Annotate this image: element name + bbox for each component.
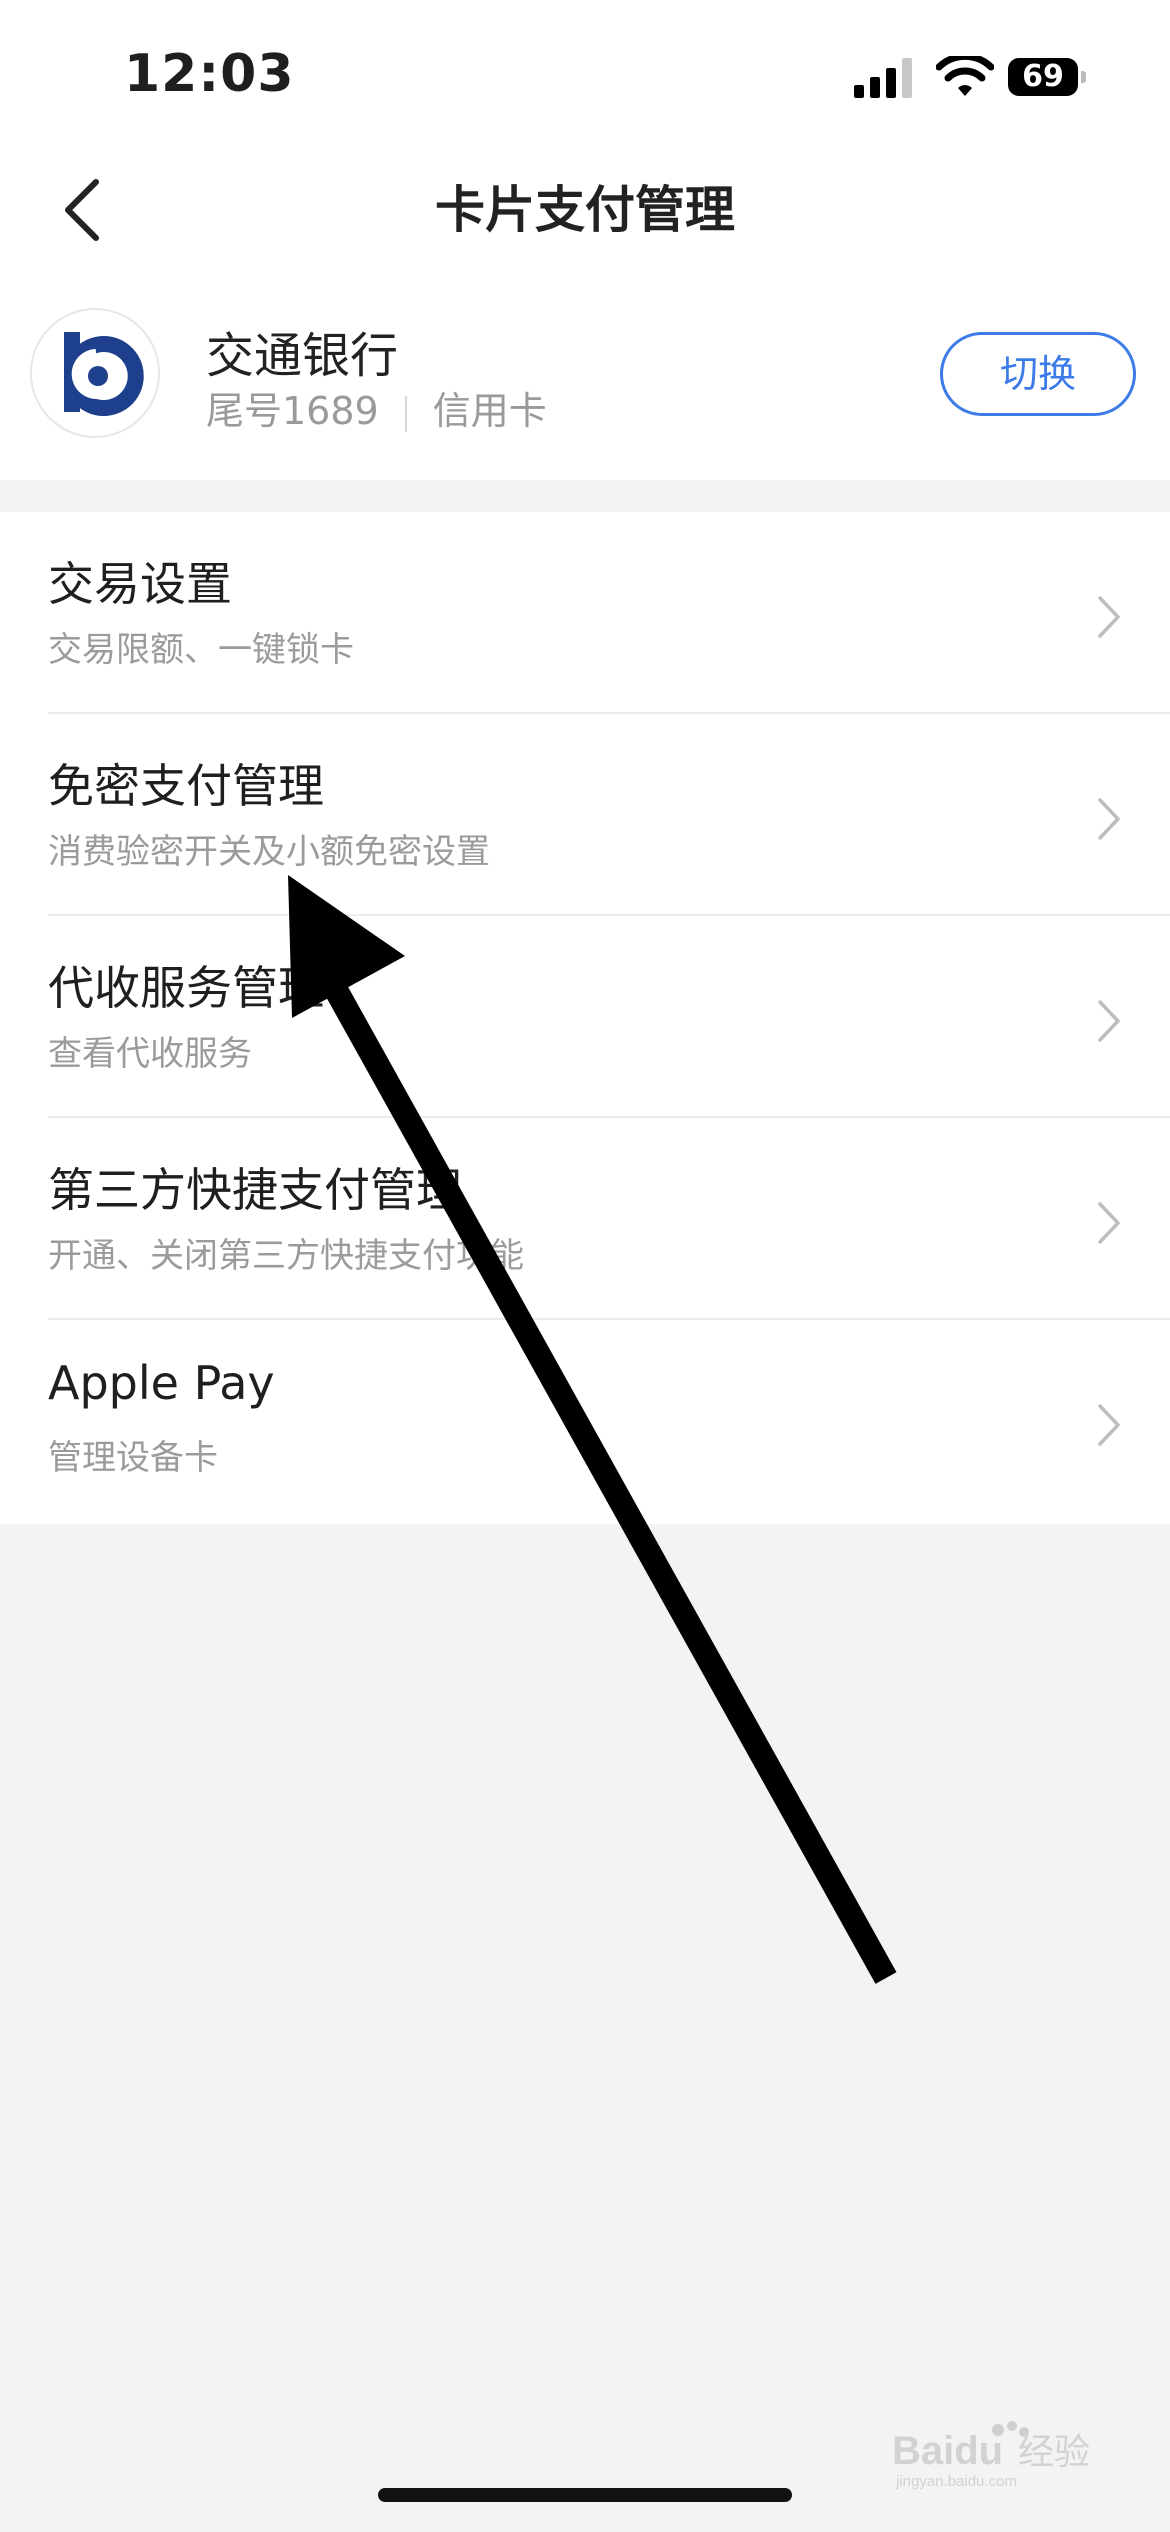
status-bar: 12:03 69 — [0, 0, 1170, 140]
menu-item-title: 第三方快捷支付管理 — [48, 1163, 462, 1217]
menu-item-title: 代收服务管理 — [48, 961, 324, 1015]
bank-of-communications-logo-icon — [64, 332, 144, 416]
watermark-suffix: 经验 — [1018, 2432, 1090, 2473]
chevron-right-icon — [1098, 798, 1120, 840]
nav-bar: 卡片支付管理 — [0, 140, 1170, 280]
switch-card-button[interactable]: 切换 — [940, 332, 1136, 416]
card-info: 尾号1689 信用卡 — [206, 380, 547, 435]
battery-icon: 69 — [1008, 58, 1086, 96]
settings-menu: 交易设置 交易限额、一键锁卡 免密支付管理 消费验密开关及小额免密设置 代收服务… — [0, 512, 1170, 1524]
bank-logo — [30, 308, 160, 438]
menu-item-transaction-settings[interactable]: 交易设置 交易限额、一键锁卡 — [0, 512, 1170, 714]
menu-item-subtitle: 查看代收服务 — [48, 1034, 252, 1074]
menu-item-third-party-quick-pay[interactable]: 第三方快捷支付管理 开通、关闭第三方快捷支付功能 — [0, 1118, 1170, 1320]
baidu-jingyan-watermark: Baidu 经验 jingyan.baidu.com — [892, 2421, 1090, 2490]
battery-level: 69 — [1008, 58, 1078, 96]
bank-name: 交通银行 — [206, 328, 399, 384]
menu-item-password-free-payment[interactable]: 免密支付管理 消费验密开关及小额免密设置 — [0, 714, 1170, 916]
battery-cap — [1081, 71, 1086, 83]
status-time: 12:03 — [124, 44, 295, 104]
menu-item-title: Apple Pay — [48, 1356, 275, 1410]
chevron-right-icon — [1098, 1202, 1120, 1244]
chevron-left-icon — [65, 179, 99, 241]
divider — [404, 395, 407, 432]
page-title: 卡片支付管理 — [435, 181, 735, 239]
chevron-right-icon — [1098, 1404, 1120, 1446]
chevron-right-icon — [1098, 596, 1120, 638]
menu-item-apple-pay[interactable]: Apple Pay 管理设备卡 — [0, 1320, 1170, 1522]
card-type: 信用卡 — [432, 389, 547, 433]
menu-item-subtitle: 管理设备卡 — [48, 1438, 218, 1478]
card-header: 交通银行 尾号1689 信用卡 切换 — [0, 280, 1170, 480]
menu-item-title: 免密支付管理 — [48, 759, 324, 813]
back-button[interactable] — [52, 170, 122, 250]
card-tail-number: 尾号1689 — [206, 389, 379, 433]
watermark-brand: Baidu — [892, 2429, 1003, 2473]
menu-item-title: 交易设置 — [48, 557, 232, 611]
watermark-url: jingyan.baidu.com — [895, 2473, 1017, 2490]
home-indicator[interactable] — [378, 2488, 792, 2502]
menu-item-subtitle: 交易限额、一键锁卡 — [48, 630, 354, 670]
chevron-right-icon — [1098, 1000, 1120, 1042]
menu-item-subtitle: 消费验密开关及小额免密设置 — [48, 832, 490, 872]
menu-item-subtitle: 开通、关闭第三方快捷支付功能 — [48, 1236, 524, 1276]
cellular-signal-icon — [854, 58, 912, 98]
menu-item-collection-service[interactable]: 代收服务管理 查看代收服务 — [0, 916, 1170, 1118]
wifi-icon — [936, 56, 994, 96]
